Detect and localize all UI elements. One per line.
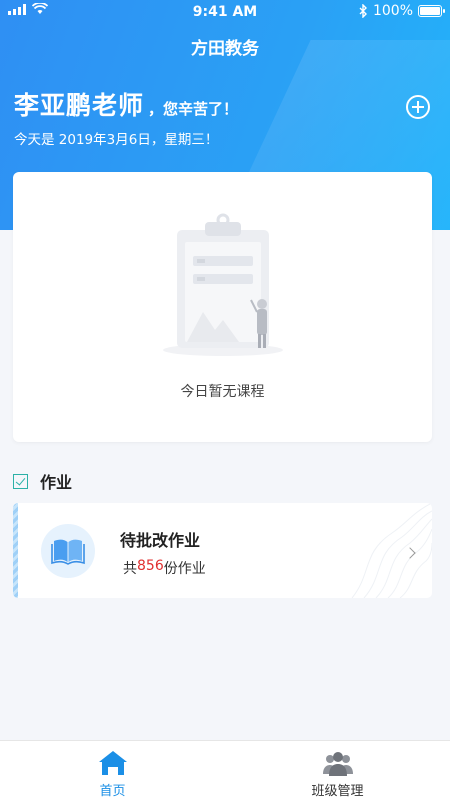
- homework-count: 共 856 份作业: [123, 558, 206, 578]
- empty-course-text: 今日暂无课程: [180, 384, 265, 400]
- greeting-suffix: ，您辛苦了！: [148, 100, 239, 118]
- count-number: 856: [137, 558, 164, 574]
- users-icon: [322, 752, 353, 776]
- battery-icon: [418, 5, 445, 17]
- tab-home[interactable]: 首页: [0, 741, 225, 800]
- teacher-name: 李亚鹏老师: [14, 91, 145, 120]
- pending-homework-card[interactable]: 待批改作业 共 856 份作业: [13, 503, 432, 598]
- bluetooth-icon: [359, 4, 367, 18]
- home-icon: [98, 751, 127, 775]
- empty-clipboard-icon: [163, 213, 283, 356]
- status-right: 100%: [359, 3, 445, 19]
- homework-section-header: 作业: [13, 469, 72, 493]
- homework-card-title: 待批改作业: [120, 531, 201, 550]
- tab-class-label: 班级管理: [311, 784, 364, 799]
- tab-class-management[interactable]: 班级管理: [225, 741, 450, 800]
- tab-home-label: 首页: [99, 784, 126, 799]
- homework-icon-circle: [41, 524, 95, 578]
- add-button[interactable]: [406, 95, 430, 119]
- section-title: 作业: [40, 473, 73, 492]
- book-icon: [51, 539, 85, 565]
- battery-percent: 100%: [372, 3, 413, 19]
- tab-bar: 首页 班级管理: [0, 740, 450, 800]
- date-text: 今天是 2019年3月6日，星期三！: [14, 132, 219, 148]
- card-accent-stripe: [13, 503, 18, 598]
- course-card: 今日暂无课程: [13, 172, 432, 442]
- status-bar: 9:41 AM 100%: [0, 0, 450, 24]
- count-prefix: 共: [123, 561, 137, 577]
- greeting: 李亚鹏老师 ，您辛苦了！: [14, 86, 238, 122]
- count-suffix: 份作业: [163, 561, 206, 577]
- checkbox-icon: [13, 473, 28, 489]
- page-title: 方田教务: [191, 39, 259, 59]
